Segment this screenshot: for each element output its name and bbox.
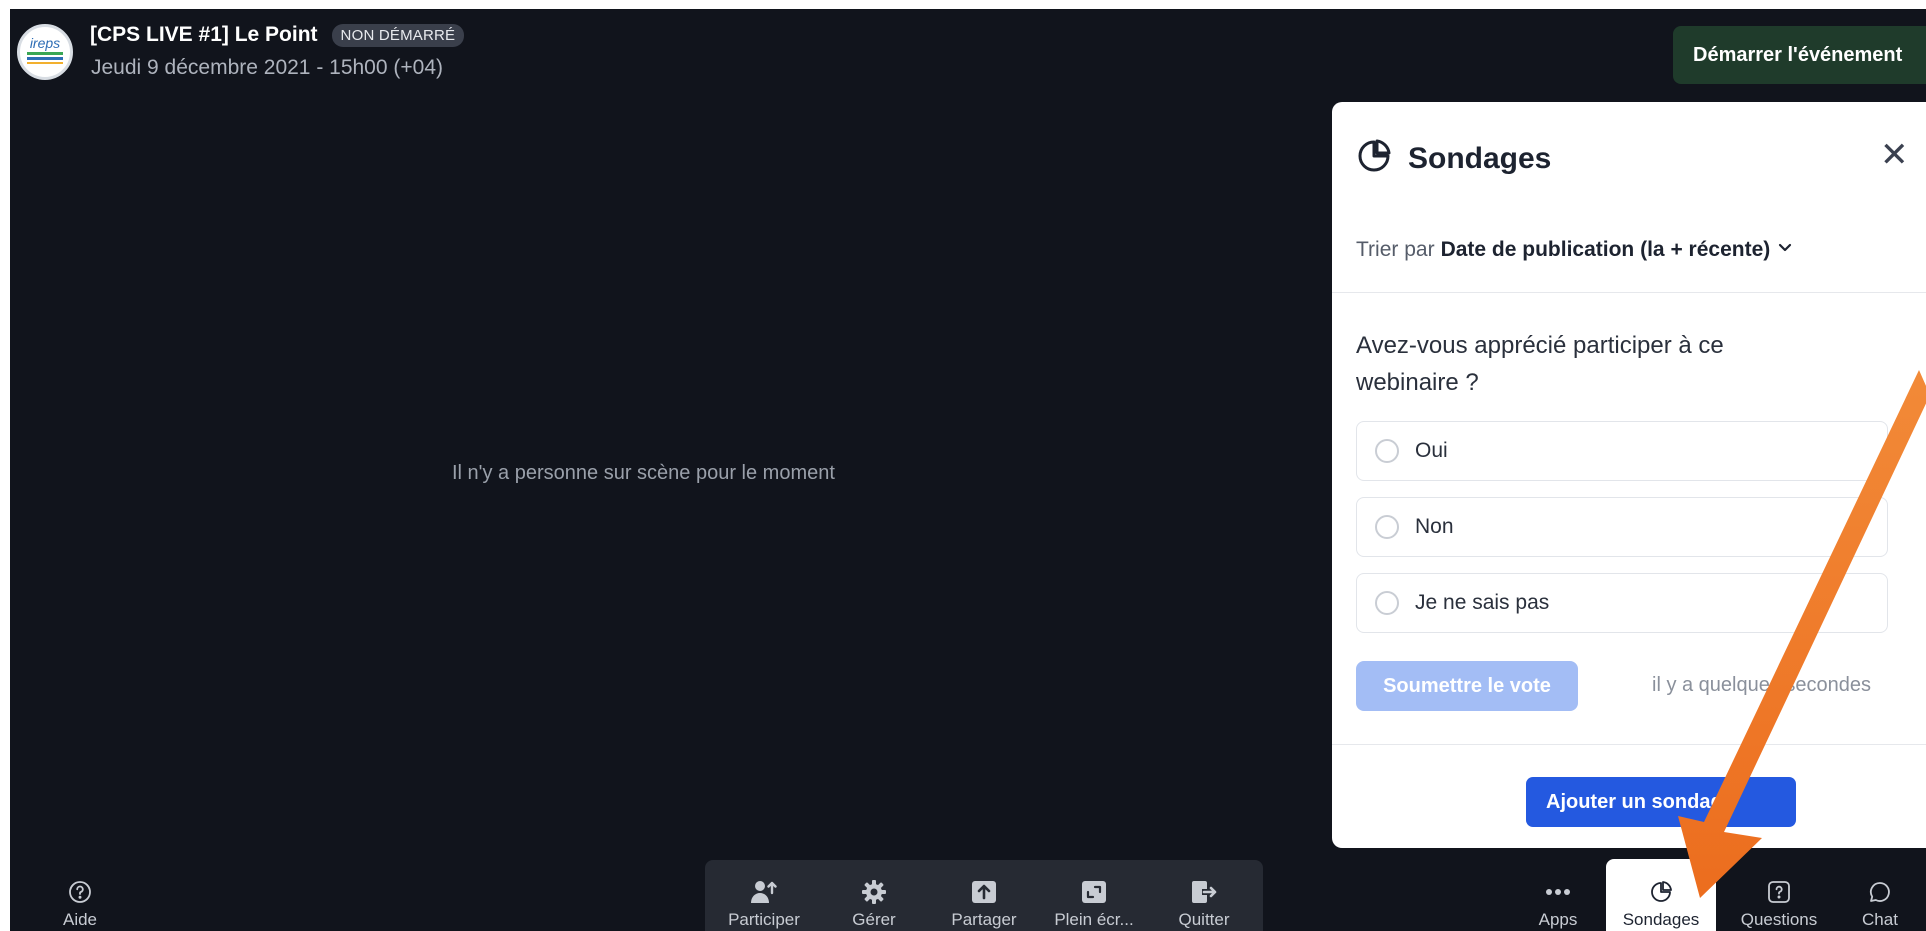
divider xyxy=(1332,744,1926,745)
share-label: Partager xyxy=(951,910,1017,929)
chat-button[interactable]: Chat xyxy=(1840,878,1920,930)
questions-label: Questions xyxy=(1740,910,1818,929)
poll-option[interactable]: Non xyxy=(1356,497,1888,557)
apps-label: Apps xyxy=(1538,910,1578,929)
divider xyxy=(1332,292,1926,293)
questions-button[interactable]: Questions xyxy=(1724,878,1834,930)
exit-icon xyxy=(1190,878,1218,906)
stage: ireps [CPS LIVE #1] Le Point NON DÉMARRÉ… xyxy=(10,9,1926,931)
share-button[interactable]: Partager xyxy=(934,878,1034,930)
help-icon xyxy=(68,878,92,906)
gear-icon xyxy=(861,878,887,906)
poll-question: Avez-vous apprécié participer à ce webin… xyxy=(1356,332,1724,396)
fullscreen-label: Plein écr... xyxy=(1054,910,1134,929)
poll-option-label: Oui xyxy=(1415,439,1448,462)
poll-timestamp: il y a quelques secondes xyxy=(1652,674,1872,696)
share-upload-icon xyxy=(971,878,997,906)
radio-icon xyxy=(1375,591,1399,615)
leave-label: Quitter xyxy=(1178,910,1230,929)
fullscreen-button[interactable]: Plein écr... xyxy=(1044,878,1144,930)
raise-hand-person-icon xyxy=(750,878,778,906)
event-logo: ireps xyxy=(17,24,73,80)
help-button[interactable]: Aide xyxy=(40,878,120,930)
submit-vote-button[interactable]: Soumettre le vote xyxy=(1356,661,1578,711)
leave-button[interactable]: Quitter xyxy=(1154,878,1254,930)
poll-option-label: Je ne sais pas xyxy=(1415,591,1550,614)
participate-button[interactable]: Participer xyxy=(714,878,814,930)
start-event-button[interactable]: Démarrer l'événement xyxy=(1673,26,1926,84)
question-bubble-icon xyxy=(1767,878,1791,906)
center-toolbar: Participer Gérer Partager Plein écr... Q… xyxy=(705,860,1263,931)
polls-panel: Sondages ✕ Trier par Date de publication… xyxy=(1332,102,1926,848)
event-title: [CPS LIVE #1] Le Point xyxy=(90,23,318,46)
polls-panel-title: Sondages xyxy=(1408,141,1552,175)
poll-option[interactable]: Je ne sais pas xyxy=(1356,573,1888,633)
poll-pie-icon xyxy=(1649,878,1673,906)
sort-label: Trier par xyxy=(1356,238,1435,261)
manage-label: Gérer xyxy=(852,910,896,929)
poll-option[interactable]: Oui xyxy=(1356,421,1888,481)
polls-tab-active[interactable]: Sondages xyxy=(1606,859,1716,931)
participate-label: Participer xyxy=(728,910,800,929)
radio-icon xyxy=(1375,439,1399,463)
stage-empty-message: Il n'y a personne sur scène pour le mome… xyxy=(452,462,835,484)
chat-bubble-icon xyxy=(1868,878,1892,906)
chevron-down-icon xyxy=(1776,238,1794,262)
radio-icon xyxy=(1375,515,1399,539)
more-dots-icon xyxy=(1545,878,1571,906)
sort-value: Date de publication (la + récente) xyxy=(1440,238,1771,261)
help-label: Aide xyxy=(62,910,98,929)
fullscreen-icon xyxy=(1081,878,1107,906)
svg-text:ireps: ireps xyxy=(30,35,60,51)
chat-label: Chat xyxy=(1862,910,1898,929)
close-panel-button[interactable]: ✕ xyxy=(1880,138,1909,172)
manage-button[interactable]: Gérer xyxy=(824,878,924,930)
apps-button[interactable]: Apps xyxy=(1508,878,1608,930)
add-poll-button[interactable]: Ajouter un sondage xyxy=(1526,777,1796,827)
event-date: Jeudi 9 décembre 2021 - 15h00 (+04) xyxy=(91,56,443,79)
poll-pie-icon xyxy=(1356,138,1392,179)
close-icon: ✕ xyxy=(1880,136,1909,174)
poll-option-label: Non xyxy=(1415,515,1454,538)
polls-label: Sondages xyxy=(1622,910,1700,929)
status-badge: NON DÉMARRÉ xyxy=(331,23,465,47)
sort-dropdown[interactable]: Trier par Date de publication (la + réce… xyxy=(1356,238,1794,262)
